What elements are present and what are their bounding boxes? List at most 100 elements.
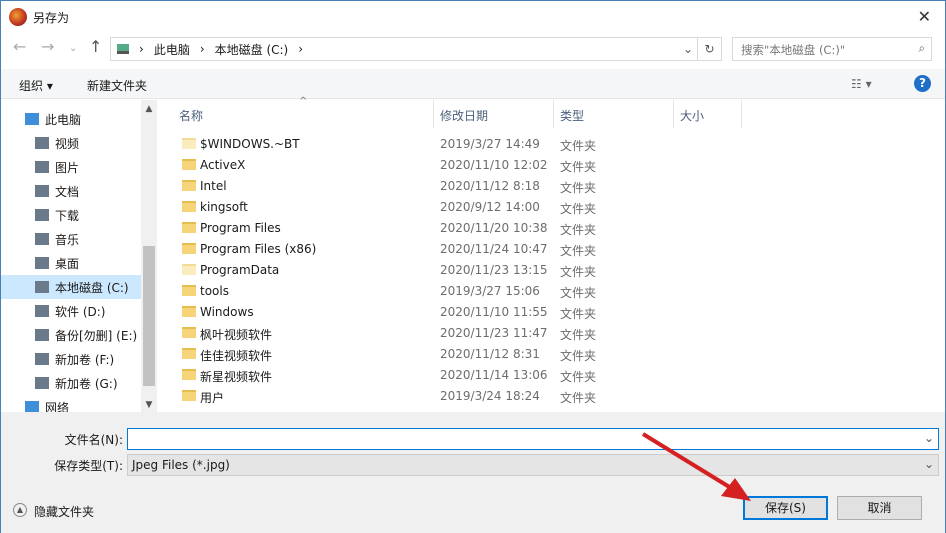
file-date: 2020/11/23 13:15 (440, 263, 548, 277)
file-row[interactable]: 新星视频软件 2020/11/14 13:06 文件夹 (161, 365, 741, 386)
sidebar-item-label: 音乐 (55, 232, 80, 247)
file-type: 文件夹 (560, 244, 597, 258)
file-name: tools (200, 284, 229, 298)
collapse-icon[interactable]: ▲ (13, 503, 27, 517)
file-row[interactable]: 用户 2019/3/24 18:24 文件夹 (161, 386, 741, 407)
file-list: 名称 ^ 修改日期 类型 大小 $WINDOWS.~BT 2019/3/27 14… (161, 96, 945, 412)
col-type[interactable]: 类型 (560, 107, 584, 124)
search-input[interactable]: 搜索"本地磁盘 (C:)" ⌕ (732, 37, 932, 61)
help-button[interactable]: ? (914, 75, 931, 92)
sidebar-item[interactable]: 音乐 (1, 227, 141, 251)
navigation-pane: 此电脑视频图片 文档 下载音乐桌面本地磁盘 (C:) 软件 (D:) 备份[勿删] (E… (1, 100, 157, 412)
sidebar-item-label: 视频 (55, 136, 80, 151)
forward-icon[interactable]: → (41, 37, 54, 61)
sidebar-item[interactable]: 本地磁盘 (C:) (1, 275, 141, 299)
file-date: 2020/11/14 13:06 (440, 368, 548, 382)
location-icon (35, 233, 49, 245)
sidebar-item[interactable]: 新加卷 (F:) (1, 347, 141, 371)
file-row[interactable]: Program Files 2020/11/20 10:38 文件夹 (161, 218, 741, 239)
scrollbar-thumb[interactable] (143, 246, 155, 386)
recent-dropdown-icon[interactable]: ⌄ (69, 43, 77, 67)
refresh-button[interactable]: ↻ (698, 37, 722, 61)
chevron-down-icon[interactable]: ⌄ (924, 457, 934, 471)
file-name: 佳佳视频软件 (200, 349, 273, 363)
file-name: $WINDOWS.~BT (200, 137, 300, 151)
file-row[interactable]: ProgramData 2020/11/23 13:15 文件夹 (161, 260, 741, 281)
sidebar-item[interactable]: 视频 (1, 131, 141, 155)
file-row[interactable]: $WINDOWS.~BT 2019/3/27 14:49 文件夹 (161, 134, 741, 155)
sidebar-item[interactable]: 此电脑 (1, 107, 141, 131)
scroll-up-icon[interactable]: ▲ (141, 104, 157, 114)
location-icon (35, 209, 49, 221)
sep: › (199, 42, 205, 56)
hide-folders-toggle[interactable]: 隐藏文件夹 (34, 503, 94, 520)
filetype-value: Jpeg Files (*.jpg) (132, 458, 230, 472)
file-row[interactable]: Program Files (x86) 2020/11/24 10:47 文件夹 (161, 239, 741, 260)
red-arrow-annotation (641, 432, 751, 501)
location-icon (35, 137, 49, 149)
file-type: 文件夹 (560, 328, 597, 342)
scroll-down-icon[interactable]: ▼ (141, 400, 157, 410)
view-options-icon[interactable]: ☷ ▾ (851, 77, 872, 91)
folder-icon (182, 327, 196, 338)
col-name[interactable]: 名称 (179, 107, 203, 124)
column-header: 名称 ^ 修改日期 类型 大小 (161, 96, 945, 128)
col-size[interactable]: 大小 (680, 107, 704, 124)
file-name: 新星视频软件 (200, 370, 273, 384)
title-bar: 另存为 ✕ (1, 1, 945, 34)
file-name: Program Files (x86) (200, 242, 317, 256)
filename-input[interactable]: ⌄ (127, 428, 939, 450)
organize-button[interactable]: 组织 ▾ (19, 77, 53, 94)
drive-icon (117, 44, 129, 54)
sidebar-item-label: 本地磁盘 (C:) (55, 280, 129, 295)
up-icon[interactable]: ↑ (89, 37, 102, 61)
filetype-select[interactable]: Jpeg Files (*.jpg) ⌄ (127, 454, 939, 476)
file-type: 文件夹 (560, 160, 597, 174)
sidebar-item[interactable]: 软件 (D:) (1, 299, 141, 323)
location-icon (35, 257, 49, 269)
file-row[interactable]: 枫叶视频软件 2020/11/23 11:47 文件夹 (161, 323, 741, 344)
sidebar-item[interactable]: 下载 (1, 203, 141, 227)
close-icon[interactable]: ✕ (918, 7, 931, 26)
location-icon (25, 401, 39, 412)
back-icon[interactable]: ← (13, 37, 26, 61)
file-name: ProgramData (200, 263, 280, 277)
file-type: 文件夹 (560, 370, 597, 384)
folder-icon (182, 243, 196, 254)
file-row[interactable]: Windows 2020/11/10 11:55 文件夹 (161, 302, 741, 323)
sep: › (298, 42, 304, 56)
file-row[interactable]: tools 2019/3/27 15:06 文件夹 (161, 281, 741, 302)
sidebar-item[interactable]: 图片 (1, 155, 141, 179)
file-type: 文件夹 (560, 349, 597, 363)
folder-icon (182, 222, 196, 233)
file-name: ActiveX (200, 158, 246, 172)
sidebar-item[interactable]: 桌面 (1, 251, 141, 275)
file-date: 2020/11/10 12:02 (440, 158, 548, 172)
new-folder-button[interactable]: 新建文件夹 (87, 77, 147, 94)
address-dropdown-icon[interactable]: ⌄ (683, 42, 693, 56)
sidebar-item[interactable]: 文档 (1, 179, 141, 203)
app-icon (9, 8, 27, 26)
breadcrumb-this-pc[interactable]: 此电脑 (154, 41, 190, 58)
sidebar-item[interactable]: 备份[勿删] (E:) (1, 323, 141, 347)
breadcrumb-c-drive[interactable]: 本地磁盘 (C:) (215, 41, 289, 58)
file-row[interactable]: Intel 2020/11/12 8:18 文件夹 (161, 176, 741, 197)
file-type: 文件夹 (560, 202, 597, 216)
file-row[interactable]: 佳佳视频软件 2020/11/12 8:31 文件夹 (161, 344, 741, 365)
sidebar-item[interactable]: 网络 (1, 395, 141, 412)
location-icon (35, 377, 49, 389)
sidebar-item[interactable]: 新加卷 (G:) (1, 371, 141, 395)
sidebar-item-label: 新加卷 (F:) (55, 352, 115, 367)
file-row[interactable]: ActiveX 2020/11/10 12:02 文件夹 (161, 155, 741, 176)
file-row[interactable]: kingsoft 2020/9/12 14:00 文件夹 (161, 197, 741, 218)
col-date[interactable]: 修改日期 (440, 107, 488, 124)
file-type: 文件夹 (560, 307, 597, 321)
cancel-button[interactable]: 取消 (837, 496, 922, 520)
address-bar[interactable]: › 此电脑 › 本地磁盘 (C:) › ⌄ (110, 37, 698, 61)
file-date: 2020/11/24 10:47 (440, 242, 548, 256)
sidebar-item-label: 网络 (45, 400, 70, 413)
file-date: 2020/11/20 10:38 (440, 221, 548, 235)
file-date: 2019/3/24 18:24 (440, 389, 540, 403)
filename-label: 文件名(N): (64, 433, 123, 447)
chevron-down-icon[interactable]: ⌄ (924, 431, 934, 445)
